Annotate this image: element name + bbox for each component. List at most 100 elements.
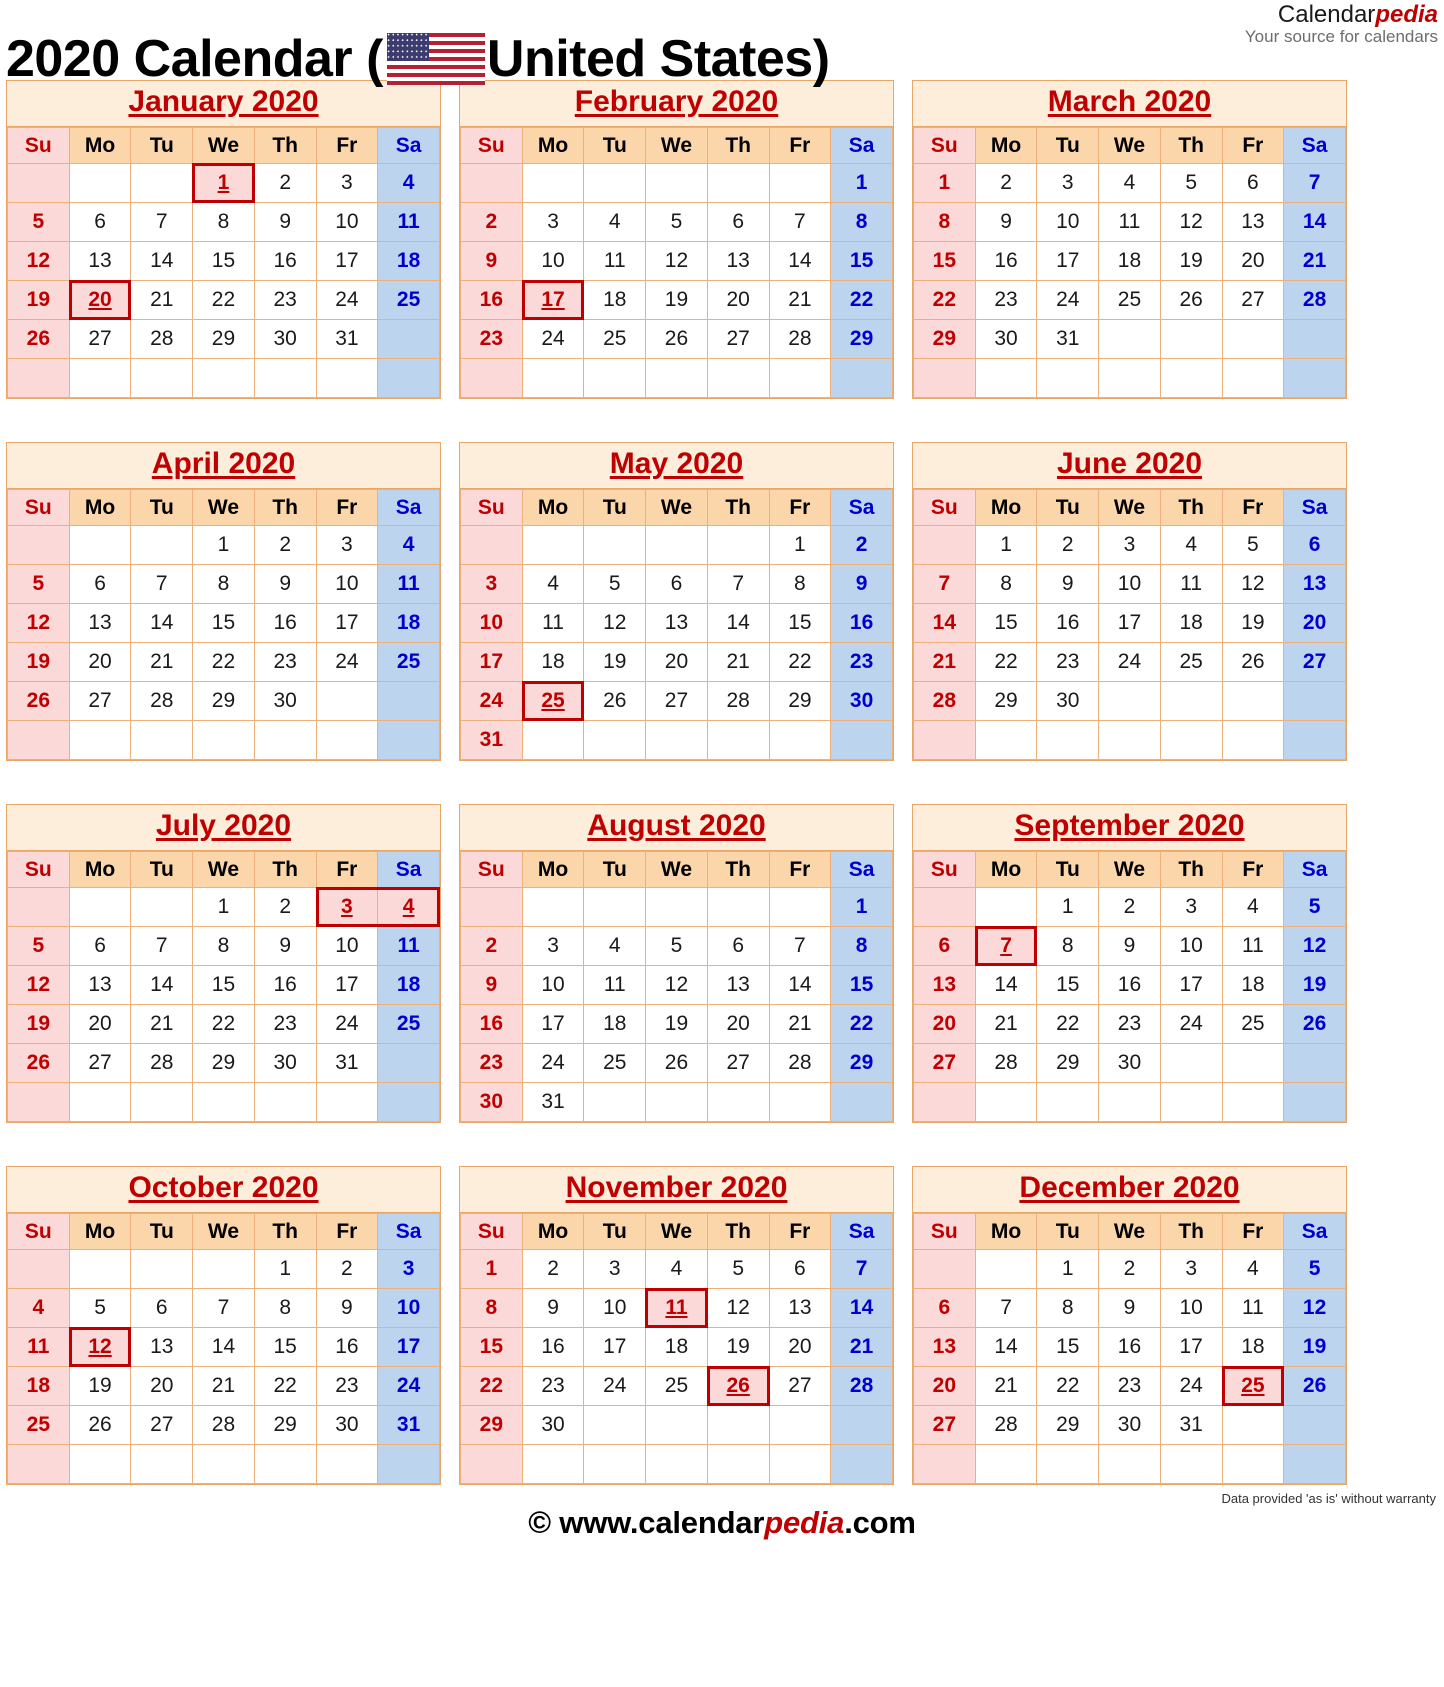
day-cell[interactable]: 29 [192, 319, 255, 359]
day-cell[interactable]: 18 [583, 1004, 647, 1044]
day-cell[interactable]: 30 [1098, 1043, 1161, 1083]
day-cell[interactable]: 22 [460, 1366, 523, 1406]
day-cell[interactable]: 13 [68, 965, 132, 1005]
day-cell[interactable]: 22 [192, 1004, 255, 1044]
day-cell[interactable]: 14 [768, 965, 832, 1005]
day-cell[interactable]: 13 [68, 603, 132, 643]
day-cell[interactable]: 7 [192, 1288, 255, 1328]
day-cell[interactable]: 27 [706, 319, 770, 359]
day-cell[interactable]: 6 [706, 202, 770, 242]
day-cell[interactable]: 29 [253, 1405, 317, 1445]
day-cell[interactable]: 14 [913, 603, 976, 643]
day-cell[interactable]: 19 [7, 1004, 70, 1044]
day-cell[interactable]: 13 [913, 1327, 976, 1367]
day-cell[interactable]: 13 [913, 965, 976, 1005]
day-cell[interactable]: 29 [192, 1043, 255, 1083]
day-cell[interactable]: 15 [830, 965, 893, 1005]
day-cell[interactable]: 25 [1159, 642, 1223, 682]
day-cell[interactable]: 5 [645, 202, 708, 242]
day-cell[interactable]: 22 [974, 642, 1038, 682]
day-cell[interactable]: 12 [7, 965, 70, 1005]
day-cell[interactable]: 24 [1159, 1004, 1223, 1044]
day-cell[interactable]: 5 [583, 564, 647, 604]
day-cell[interactable]: 18 [645, 1327, 708, 1367]
day-cell[interactable]: 23 [315, 1366, 379, 1406]
day-cell-holiday[interactable]: 25 [1221, 1366, 1285, 1407]
day-cell[interactable]: 7 [913, 564, 976, 604]
day-cell[interactable]: 4 [1221, 887, 1285, 927]
day-cell[interactable]: 9 [830, 564, 893, 604]
day-cell[interactable]: 14 [192, 1327, 255, 1367]
day-cell[interactable]: 21 [706, 642, 770, 682]
day-cell[interactable]: 21 [830, 1327, 893, 1367]
day-cell-holiday[interactable]: 4 [377, 887, 441, 928]
day-cell[interactable]: 21 [913, 642, 976, 682]
day-cell[interactable]: 10 [583, 1288, 647, 1328]
day-cell[interactable]: 8 [974, 564, 1038, 604]
day-cell[interactable]: 28 [130, 681, 194, 721]
day-cell[interactable]: 5 [1159, 163, 1223, 203]
day-cell[interactable]: 3 [460, 564, 523, 604]
day-cell[interactable]: 3 [583, 1249, 647, 1289]
day-cell[interactable]: 2 [830, 525, 893, 565]
day-cell[interactable]: 25 [1221, 1004, 1285, 1044]
day-cell[interactable]: 22 [192, 280, 255, 320]
day-cell[interactable]: 17 [315, 965, 379, 1005]
day-cell[interactable]: 23 [253, 1004, 317, 1044]
day-cell[interactable]: 23 [974, 280, 1038, 320]
day-cell[interactable]: 7 [130, 926, 194, 966]
day-cell[interactable]: 26 [1221, 642, 1285, 682]
day-cell[interactable]: 10 [1159, 926, 1223, 966]
day-cell[interactable]: 17 [460, 642, 523, 682]
day-cell[interactable]: 27 [1221, 280, 1285, 320]
day-cell[interactable]: 5 [7, 202, 70, 242]
day-cell[interactable]: 21 [974, 1004, 1038, 1044]
day-cell[interactable]: 22 [253, 1366, 317, 1406]
day-cell[interactable]: 12 [706, 1288, 770, 1328]
day-cell[interactable]: 29 [913, 319, 976, 359]
day-cell[interactable]: 19 [706, 1327, 770, 1367]
day-cell[interactable]: 24 [521, 319, 585, 359]
day-cell[interactable]: 15 [460, 1327, 523, 1367]
day-cell[interactable]: 17 [521, 1004, 585, 1044]
day-cell[interactable]: 7 [706, 564, 770, 604]
day-cell[interactable]: 22 [913, 280, 976, 320]
day-cell[interactable]: 19 [1221, 603, 1285, 643]
day-cell[interactable]: 15 [192, 603, 255, 643]
day-cell[interactable]: 20 [768, 1327, 832, 1367]
day-cell[interactable]: 23 [1098, 1004, 1161, 1044]
day-cell[interactable]: 8 [830, 926, 893, 966]
day-cell[interactable]: 13 [768, 1288, 832, 1328]
day-cell[interactable]: 21 [974, 1366, 1038, 1406]
day-cell[interactable]: 23 [1036, 642, 1100, 682]
day-cell[interactable]: 19 [7, 642, 70, 682]
day-cell[interactable]: 10 [315, 564, 379, 604]
day-cell[interactable]: 14 [130, 965, 194, 1005]
day-cell[interactable]: 22 [192, 642, 255, 682]
day-cell[interactable]: 14 [974, 965, 1038, 1005]
day-cell[interactable]: 14 [130, 603, 194, 643]
day-cell[interactable]: 18 [521, 642, 585, 682]
day-cell[interactable]: 24 [1098, 642, 1161, 682]
day-cell[interactable]: 16 [460, 1004, 523, 1044]
day-cell[interactable]: 7 [130, 564, 194, 604]
day-cell[interactable]: 2 [253, 163, 317, 203]
day-cell[interactable]: 26 [1283, 1004, 1346, 1044]
day-cell[interactable]: 22 [1036, 1366, 1100, 1406]
day-cell[interactable]: 24 [315, 280, 379, 320]
day-cell[interactable]: 25 [377, 642, 440, 682]
day-cell-holiday[interactable]: 1 [192, 163, 256, 204]
day-cell[interactable]: 20 [913, 1004, 976, 1044]
day-cell[interactable]: 12 [583, 603, 647, 643]
day-cell[interactable]: 12 [7, 603, 70, 643]
day-cell[interactable]: 31 [315, 319, 379, 359]
day-cell[interactable]: 27 [768, 1366, 832, 1406]
day-cell[interactable]: 14 [974, 1327, 1038, 1367]
day-cell[interactable]: 8 [768, 564, 832, 604]
day-cell[interactable]: 26 [645, 1043, 708, 1083]
day-cell[interactable]: 8 [913, 202, 976, 242]
day-cell[interactable]: 11 [377, 926, 440, 966]
day-cell[interactable]: 16 [974, 241, 1038, 281]
day-cell-holiday[interactable]: 3 [315, 887, 379, 928]
day-cell[interactable]: 18 [1221, 1327, 1285, 1367]
